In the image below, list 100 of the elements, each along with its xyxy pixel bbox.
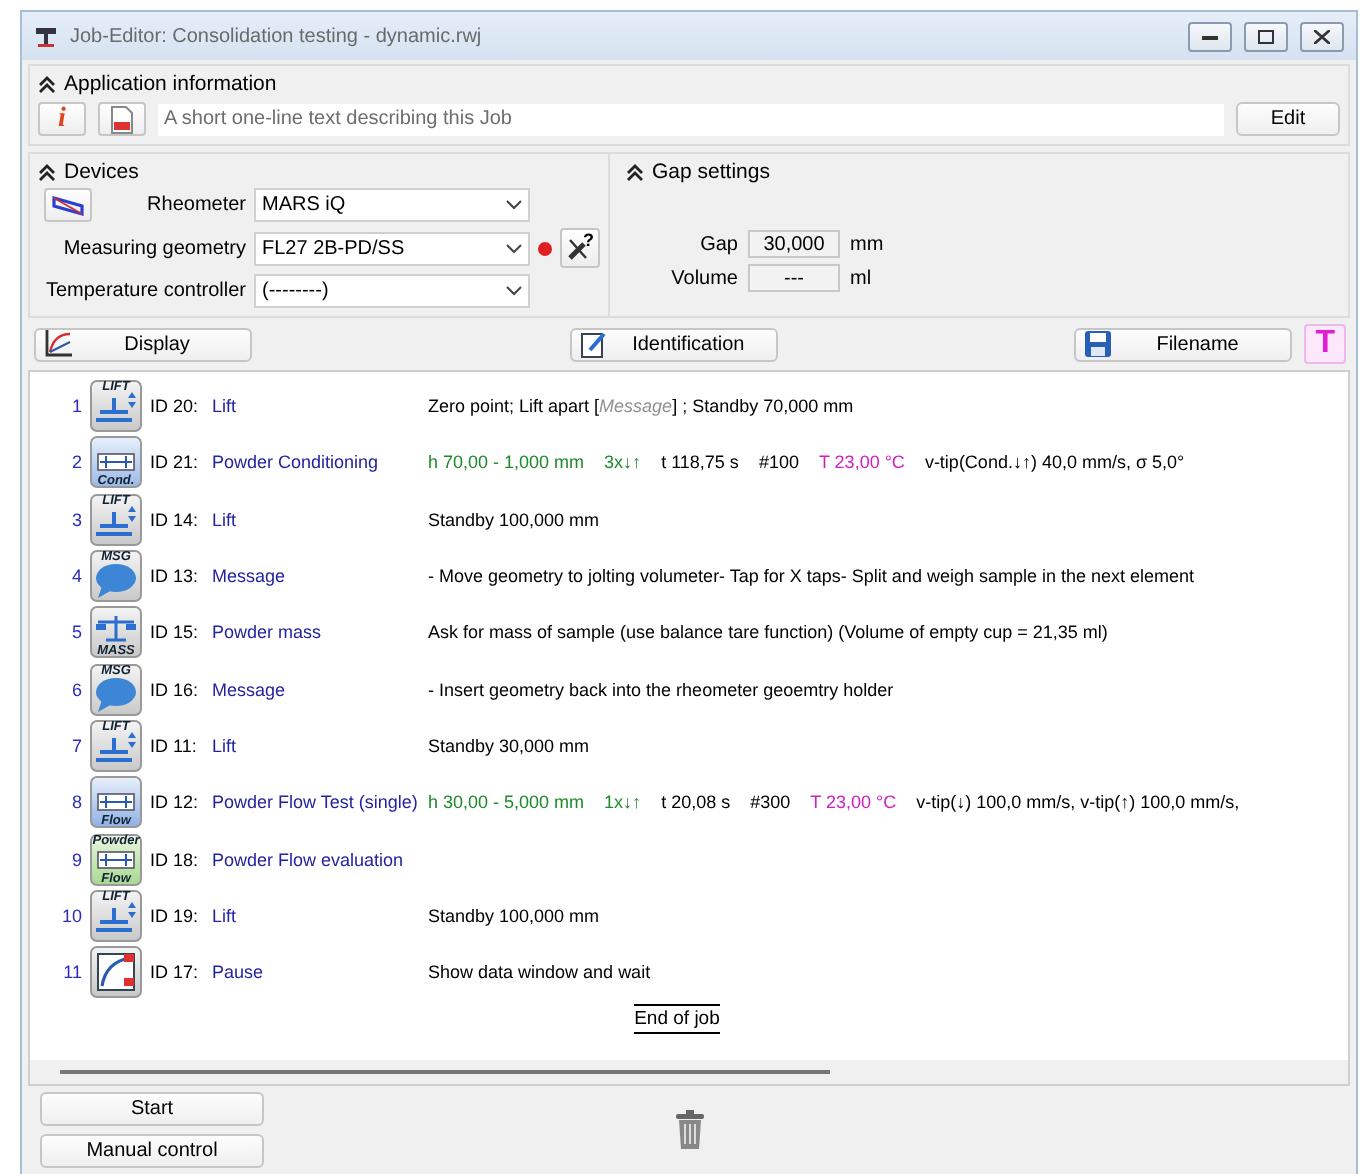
description-field[interactable]: A short one-line text describing this Job	[158, 103, 1224, 135]
action-button[interactable]: Manual control	[40, 1134, 264, 1168]
step-number: 1	[69, 396, 82, 417]
step-parameter: h 30,00 - 5,000 mm	[428, 792, 585, 813]
field-label: Gap	[700, 233, 738, 255]
geometry-help-button[interactable]: ?	[560, 228, 600, 268]
horizontal-scrollbar[interactable]	[30, 1060, 1348, 1084]
action-button[interactable]: Start	[40, 1092, 264, 1126]
restore-button[interactable]	[1244, 21, 1288, 51]
close-icon	[1314, 29, 1330, 43]
step-description: Standby 100,000 mm	[428, 905, 600, 926]
field-label: Temperature controller	[45, 280, 246, 302]
collapse-icon[interactable]	[626, 163, 644, 181]
restore-icon	[1258, 29, 1274, 43]
unit-label: mm	[850, 233, 886, 255]
step-number: 10	[59, 905, 82, 926]
step-parameter: 3x↓↑	[604, 452, 642, 473]
device-dropdown[interactable]: (--------)	[254, 274, 530, 308]
step-description: Ask for mass of sample (use balance tare function) (Volume of empty cup = 21,35 ml)	[428, 622, 1108, 643]
step-name[interactable]: Lift	[212, 396, 428, 417]
step-id: ID 13:	[150, 566, 201, 587]
step-name[interactable]: Message	[212, 566, 428, 587]
step-number: 5	[69, 622, 82, 643]
end-of-job-label: End of job	[634, 1004, 720, 1035]
step-parameter: v-tip(Cond.↓↑) 40,0 mm/s, σ 5,0°	[924, 452, 1185, 473]
step-number: 2	[69, 452, 82, 473]
step-id: ID 12:	[150, 792, 201, 813]
value-field[interactable]: ---	[748, 264, 840, 292]
minimize-icon	[1202, 30, 1218, 42]
step-name[interactable]: Powder Conditioning	[212, 452, 428, 473]
pause-icon[interactable]	[90, 946, 142, 999]
step-id: ID 11:	[150, 735, 199, 756]
step-number: 4	[69, 566, 82, 587]
unit-label: ml	[850, 267, 874, 289]
section-header: Gap settings	[652, 160, 770, 184]
step-name[interactable]: Powder mass	[212, 622, 428, 643]
step-parameter: #100	[758, 452, 799, 473]
step-description: Standby 30,000 mm	[428, 735, 590, 756]
step-description: - Move geometry to jolting volumeter- Tap for X taps- Split and weigh sample in the next element	[428, 566, 1195, 587]
device-dropdown[interactable]: MARS iQ	[254, 188, 530, 222]
section-header: Devices	[64, 160, 139, 184]
field-label: Volume	[671, 267, 738, 289]
section-header: Application information	[64, 72, 277, 96]
step-name[interactable]: Lift	[212, 509, 428, 530]
step-parameter: T 23,00 °C	[818, 452, 905, 473]
step-parameter: 1x↓↑	[604, 792, 642, 813]
filename-button[interactable]: Filename	[1074, 327, 1293, 361]
step-name[interactable]: Pause	[212, 962, 428, 983]
step-name[interactable]: Powder Flow Test (single)	[212, 792, 428, 813]
step-parameter: T 23,00 °C	[810, 792, 897, 813]
minimize-button[interactable]	[1188, 21, 1232, 51]
step-id: ID 21:	[150, 452, 201, 473]
collapse-icon[interactable]	[38, 75, 56, 93]
step-parameter: t 20,08 s	[661, 792, 731, 813]
step-id: ID 18:	[150, 849, 201, 870]
step-number: 6	[69, 679, 82, 700]
step-number: 8	[69, 792, 82, 813]
scrollbar-thumb[interactable]	[60, 1070, 830, 1074]
step-parameter: h 70,00 - 1,000 mm	[428, 452, 585, 473]
step-name[interactable]: Message	[212, 679, 428, 700]
step-number: 7	[69, 735, 82, 756]
trash-icon[interactable]	[674, 1110, 706, 1150]
step-name[interactable]: Lift	[212, 905, 428, 926]
app-icon	[34, 24, 58, 48]
pdf-icon	[110, 105, 134, 133]
step-number: 9	[69, 849, 82, 870]
step-name[interactable]: Powder Flow evaluation	[212, 849, 428, 870]
step-description: Standby 100,000 mm	[428, 509, 600, 530]
chart-icon	[44, 330, 72, 358]
window-title: Job-Editor: Consolidation testing - dynamic.rwj	[70, 25, 484, 47]
device-dropdown[interactable]: FL27 2B-PD/SS	[254, 231, 530, 265]
pdf-button[interactable]	[98, 102, 146, 136]
step-description: - Insert geometry back into the rheometer geoemtry holder	[428, 679, 894, 700]
step-description: Show data window and wait	[428, 962, 651, 983]
field-label: Measuring geometry	[63, 237, 246, 259]
edit-button[interactable]: Edit	[1236, 102, 1340, 136]
collapse-icon[interactable]	[38, 163, 56, 181]
info-button[interactable]: i	[38, 102, 86, 136]
step-description: Zero point; Lift apart [	[428, 396, 600, 417]
step-parameter: #300	[750, 792, 791, 813]
step-parameter: t 118,75 s	[661, 452, 739, 473]
step-id: ID 19:	[150, 905, 201, 926]
display-button[interactable]: Display	[34, 327, 253, 361]
identification-button[interactable]: Identification	[570, 327, 779, 361]
step-parameter: v-tip(↓) 100,0 mm/s, v-tip(↑) 100,0 mm/s,	[916, 792, 1240, 813]
value-field[interactable]: 30,000	[748, 230, 840, 258]
step-number: 11	[61, 962, 82, 983]
save-icon	[1084, 330, 1113, 358]
step-id: ID 16:	[150, 679, 201, 700]
device-button[interactable]	[44, 188, 92, 222]
step-id: ID 20:	[150, 396, 201, 417]
step-id: ID 17:	[150, 962, 201, 983]
step-description: ] ; Standby 70,000 mm	[672, 396, 854, 417]
close-button[interactable]	[1300, 21, 1344, 51]
step-number: 3	[69, 509, 82, 530]
geometry-icon	[50, 193, 86, 217]
step-id: ID 15:	[150, 622, 201, 643]
notepad-icon	[580, 330, 609, 358]
field-label: Rheometer	[147, 194, 246, 216]
step-name[interactable]: Lift	[212, 735, 428, 756]
